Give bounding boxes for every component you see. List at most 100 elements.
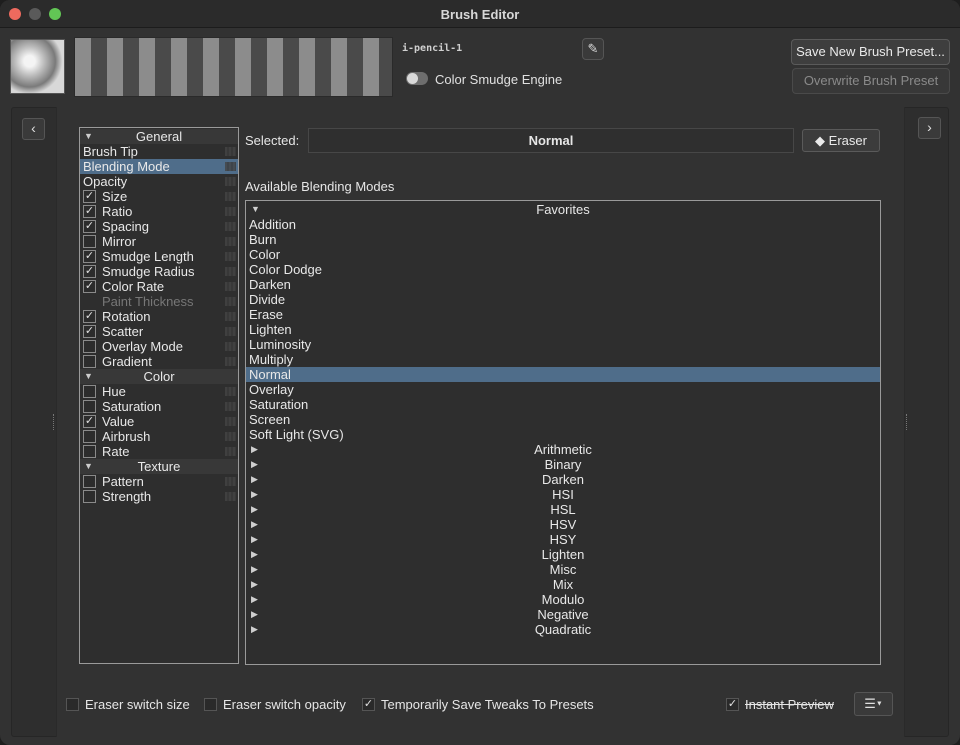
engine-label: Color Smudge Engine — [435, 72, 563, 87]
blending-group[interactable]: ▶ HSV — [246, 517, 880, 532]
option-group-color[interactable]: ▼ Color — [80, 369, 238, 384]
stroke-sample — [299, 38, 315, 96]
blending-group[interactable]: ▶ Arithmetic — [246, 442, 880, 457]
blending-mode-item[interactable]: Darken — [246, 277, 880, 292]
option-item-hue[interactable]: Hue — [80, 384, 238, 399]
blending-mode-item[interactable]: Overlay — [246, 382, 880, 397]
blending-group[interactable]: ▶ Quadratic — [246, 622, 880, 637]
option-item-gradient[interactable]: Gradient — [80, 354, 238, 369]
option-checkbox[interactable]: ✓ — [83, 190, 96, 203]
option-item-rate[interactable]: Rate — [80, 444, 238, 459]
option-checkbox[interactable] — [83, 400, 96, 413]
blending-group[interactable]: ▶ Darken — [246, 472, 880, 487]
option-item-size[interactable]: ✓ Size — [80, 189, 238, 204]
title-bar: Brush Editor — [0, 0, 960, 28]
option-item-saturation[interactable]: Saturation — [80, 399, 238, 414]
option-checkbox[interactable]: ✓ — [83, 250, 96, 263]
option-item-paint-thickness[interactable]: Paint Thickness — [80, 294, 238, 309]
eraser-switch-size-label: Eraser switch size — [85, 697, 190, 712]
option-group-texture[interactable]: ▼ Texture — [80, 459, 238, 474]
option-checkbox[interactable]: ✓ — [83, 310, 96, 323]
option-checkbox[interactable]: ✓ — [83, 205, 96, 218]
option-item-ratio[interactable]: ✓ Ratio — [80, 204, 238, 219]
option-checkbox[interactable] — [83, 490, 96, 503]
option-item-color-rate[interactable]: ✓ Color Rate — [80, 279, 238, 294]
blending-mode-label: Misc — [549, 562, 577, 577]
blending-mode-item[interactable]: Divide — [246, 292, 880, 307]
option-item-smudge-radius[interactable]: ✓ Smudge Radius — [80, 264, 238, 279]
blending-mode-item[interactable]: Color — [246, 247, 880, 262]
option-checkbox[interactable]: ✓ — [83, 220, 96, 233]
blending-group[interactable]: ▶ Modulo — [246, 592, 880, 607]
option-item-mirror[interactable]: Mirror — [80, 234, 238, 249]
blending-group[interactable]: ▶ Binary — [246, 457, 880, 472]
option-item-pattern[interactable]: Pattern — [80, 474, 238, 489]
save-new-preset-button[interactable]: Save New Brush Preset... — [791, 39, 950, 65]
collapse-left-button[interactable]: ‹ — [22, 118, 45, 140]
option-checkbox[interactable] — [83, 340, 96, 353]
blending-mode-item[interactable]: Lighten — [246, 322, 880, 337]
eraser-mode-button[interactable]: ◆ Eraser — [802, 129, 880, 152]
blending-mode-item[interactable]: Luminosity — [246, 337, 880, 352]
option-item-rotation[interactable]: ✓ Rotation — [80, 309, 238, 324]
option-item-brush-tip[interactable]: Brush Tip — [80, 144, 238, 159]
option-item-airbrush[interactable]: Airbrush — [80, 429, 238, 444]
option-checkbox[interactable] — [83, 430, 96, 443]
blending-mode-item[interactable]: Saturation — [246, 397, 880, 412]
overwrite-preset-button[interactable]: Overwrite Brush Preset — [792, 68, 950, 94]
blending-group[interactable]: ▶ Negative — [246, 607, 880, 622]
option-checkbox[interactable]: ✓ — [83, 280, 96, 293]
instant-preview-label: Instant Preview — [745, 697, 834, 712]
option-checkbox[interactable]: ✓ — [83, 265, 96, 278]
blending-mode-item[interactable]: Multiply — [246, 352, 880, 367]
engine-toggle[interactable] — [406, 72, 428, 85]
blending-mode-label: Binary — [544, 457, 582, 472]
option-item-scatter[interactable]: ✓ Scatter — [80, 324, 238, 339]
option-label: Blending Mode — [83, 159, 170, 174]
blending-mode-item[interactable]: Addition — [246, 217, 880, 232]
options-menu-button[interactable]: ☰▼ — [854, 692, 893, 716]
blending-mode-item[interactable]: Screen — [246, 412, 880, 427]
option-item-value[interactable]: ✓ Value — [80, 414, 238, 429]
option-checkbox[interactable]: ✓ — [83, 325, 96, 338]
option-checkbox[interactable]: ✓ — [83, 415, 96, 428]
option-item-strength[interactable]: Strength — [80, 489, 238, 504]
option-item-opacity[interactable]: Opacity — [80, 174, 238, 189]
eraser-switch-size-checkbox[interactable] — [66, 698, 79, 711]
blending-mode-item[interactable]: Normal — [246, 367, 880, 382]
blending-mode-label: Color — [249, 247, 281, 262]
blending-group[interactable]: ▶ Misc — [246, 562, 880, 577]
option-checkbox[interactable] — [83, 355, 96, 368]
blending-mode-label: Quadratic — [534, 622, 592, 637]
blending-mode-item[interactable]: Soft Light (SVG) — [246, 427, 880, 442]
option-item-smudge-length[interactable]: ✓ Smudge Length — [80, 249, 238, 264]
option-checkbox[interactable] — [83, 235, 96, 248]
option-item-blending-mode[interactable]: Blending Mode — [80, 159, 238, 174]
option-checkbox[interactable] — [83, 445, 96, 458]
option-item-spacing[interactable]: ✓ Spacing — [80, 219, 238, 234]
blending-group[interactable]: ▶ HSY — [246, 532, 880, 547]
option-label: Saturation — [102, 399, 162, 414]
blending-mode-label: HSI — [552, 487, 574, 502]
edit-preset-name-button[interactable]: ✎ — [582, 38, 604, 60]
option-checkbox[interactable] — [83, 385, 96, 398]
blending-mode-item[interactable]: Color Dodge — [246, 262, 880, 277]
selected-blending-mode-field[interactable]: Normal — [308, 128, 794, 153]
preset-thumbnail[interactable] — [10, 39, 65, 94]
blending-group-favorites[interactable]: ▼ Favorites — [246, 202, 880, 217]
blending-mode-item[interactable]: Erase — [246, 307, 880, 322]
option-checkbox[interactable] — [83, 475, 96, 488]
save-tweaks-checkbox[interactable]: ✓ — [362, 698, 375, 711]
left-splitter-handle[interactable] — [53, 414, 56, 430]
option-item-overlay-mode[interactable]: Overlay Mode — [80, 339, 238, 354]
blending-group[interactable]: ▶ HSL — [246, 502, 880, 517]
instant-preview-checkbox[interactable]: ✓ — [726, 698, 739, 711]
option-group-general[interactable]: ▼ General — [80, 129, 238, 144]
blending-group[interactable]: ▶ HSI — [246, 487, 880, 502]
blending-mode-item[interactable]: Burn — [246, 232, 880, 247]
eraser-switch-opacity-checkbox[interactable] — [204, 698, 217, 711]
collapse-right-button[interactable]: › — [918, 117, 941, 139]
blending-group[interactable]: ▶ Mix — [246, 577, 880, 592]
right-splitter-handle[interactable] — [906, 414, 909, 430]
blending-group[interactable]: ▶ Lighten — [246, 547, 880, 562]
